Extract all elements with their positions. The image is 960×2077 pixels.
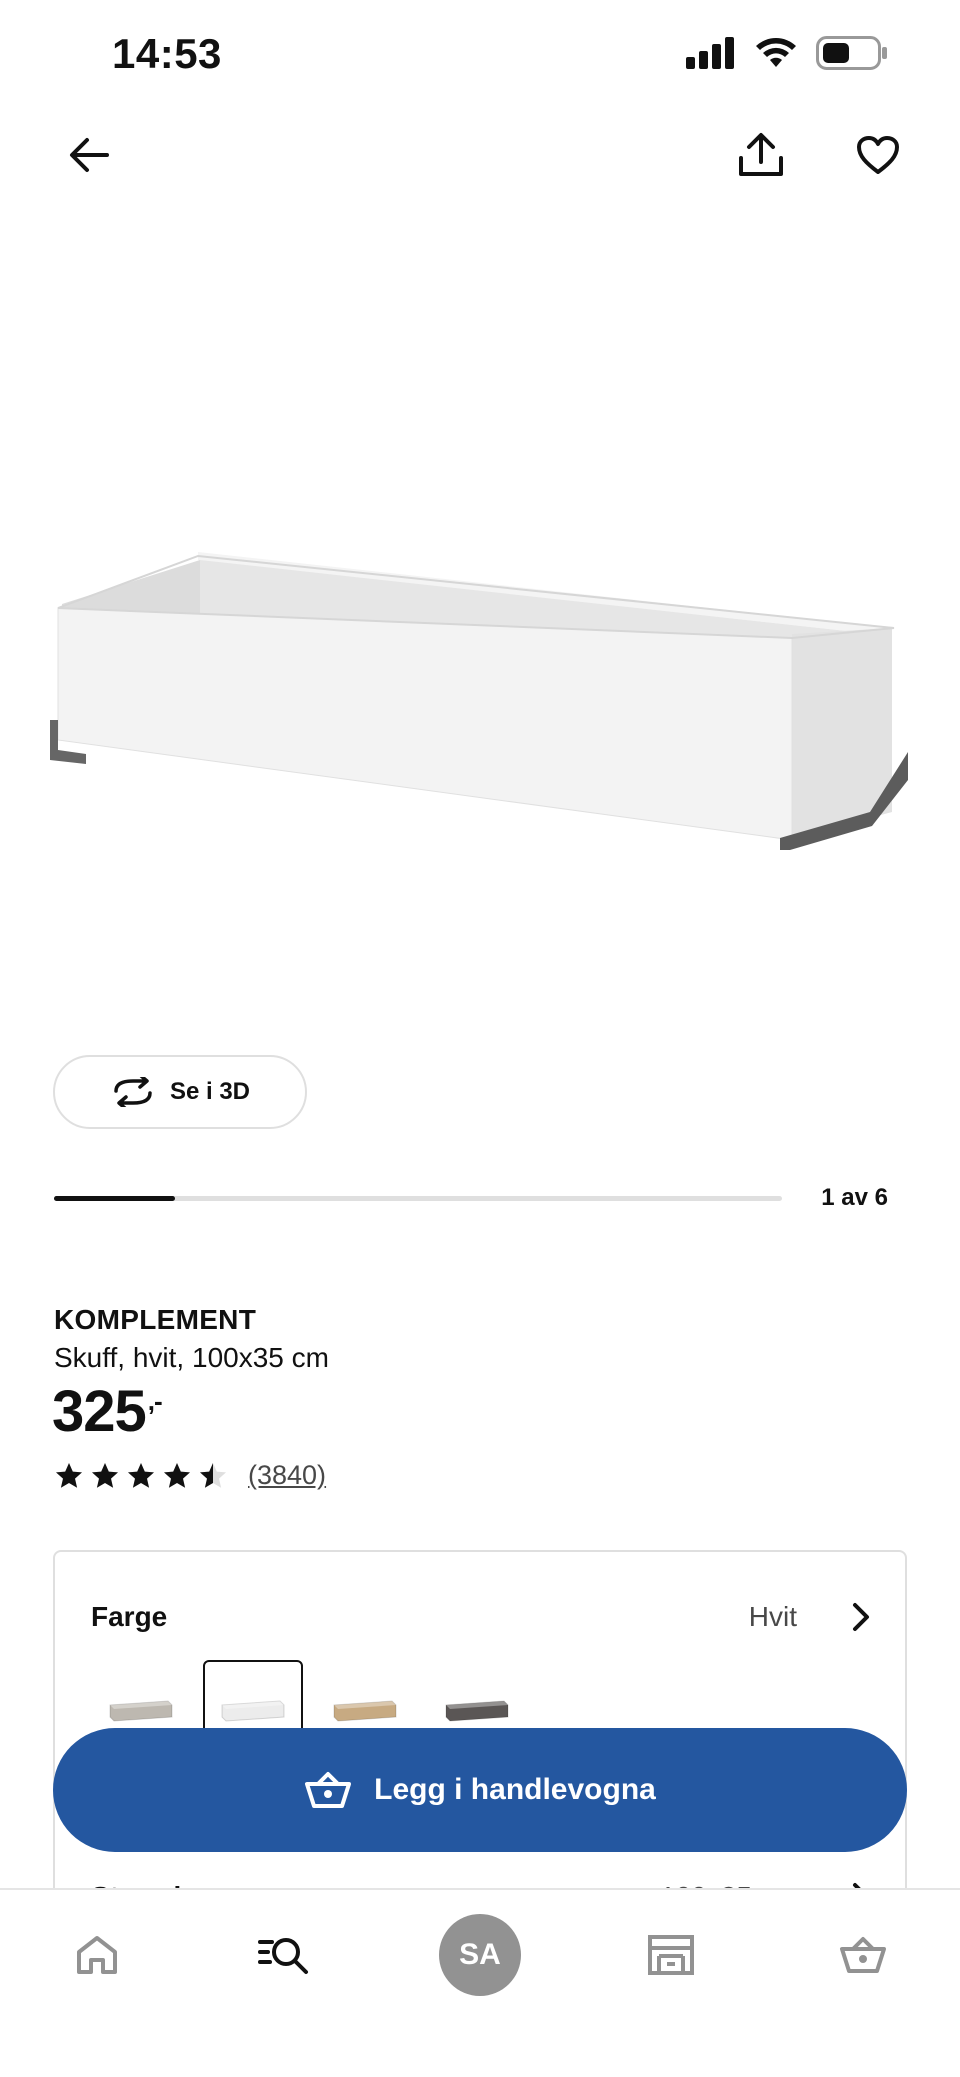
- star-icon: [200, 1462, 226, 1488]
- view-3d-label: Se i 3D: [169, 1078, 251, 1105]
- drawer-thumbnail: [445, 1700, 509, 1722]
- share-button[interactable]: [726, 120, 796, 190]
- bottom-nav: SA: [0, 1888, 960, 2077]
- basket-icon: [305, 1772, 352, 1808]
- avatar: SA: [439, 1914, 521, 1996]
- rotate-3d-icon: [114, 1077, 152, 1107]
- battery-icon: [816, 36, 887, 70]
- add-to-cart-button[interactable]: Legg i handlevogna: [53, 1728, 907, 1852]
- gallery-position-label: 1 av 6: [821, 1184, 888, 1211]
- star-icon: [128, 1462, 154, 1488]
- product-description: Skuff, hvit, 100x35 cm: [54, 1342, 329, 1373]
- drawer-thumbnail: [333, 1700, 397, 1722]
- product-rating[interactable]: (3840): [54, 1460, 326, 1491]
- store-icon: [648, 1935, 694, 1975]
- wifi-icon: [756, 38, 796, 67]
- nav-store[interactable]: [626, 1910, 716, 2000]
- status-icons: [686, 36, 888, 70]
- star-icon: [56, 1462, 82, 1488]
- color-option-title: Farge: [91, 1601, 168, 1632]
- rating-stars: [54, 1461, 228, 1491]
- status-time: 14:53: [112, 30, 222, 77]
- color-option-value: Hvit: [748, 1601, 797, 1632]
- drawer-thumbnail: [109, 1700, 173, 1722]
- add-to-cart-label: Legg i handlevogna: [374, 1773, 656, 1806]
- review-count-link[interactable]: (3840): [248, 1460, 326, 1491]
- price-suffix: ,-: [147, 1386, 163, 1416]
- status-bar: 14:53: [0, 0, 960, 110]
- signal-icon: [686, 37, 734, 69]
- star-icon: [92, 1462, 118, 1488]
- back-button[interactable]: [54, 120, 124, 190]
- favorite-button[interactable]: [843, 120, 913, 190]
- search-icon: [258, 1938, 308, 1974]
- drawer-thumbnail: [221, 1700, 285, 1722]
- nav-cart[interactable]: [818, 1910, 908, 2000]
- product-name: KOMPLEMENT: [54, 1304, 257, 1335]
- arrow-left-icon: [70, 138, 109, 172]
- view-3d-button[interactable]: Se i 3D: [53, 1055, 307, 1129]
- chevron-right-icon: [853, 1603, 869, 1631]
- gallery-progress-bar: [54, 1196, 782, 1201]
- home-icon: [77, 1936, 117, 1974]
- heart-icon: [857, 136, 899, 174]
- basket-icon: [840, 1937, 886, 1973]
- nav-home[interactable]: [52, 1910, 142, 2000]
- color-option-row[interactable]: Farge Hvit: [55, 1582, 905, 1652]
- product-image[interactable]: [50, 540, 910, 860]
- top-nav: [0, 110, 960, 200]
- price-main: 325: [52, 1379, 147, 1444]
- product-price: 325,-: [52, 1378, 163, 1445]
- nav-search[interactable]: [240, 1910, 330, 2000]
- drawer-illustration: [50, 552, 908, 850]
- nav-profile[interactable]: SA: [435, 1910, 525, 2000]
- gallery-progress-fill: [54, 1196, 176, 1201]
- star-icon: [164, 1462, 190, 1488]
- share-icon: [739, 133, 783, 176]
